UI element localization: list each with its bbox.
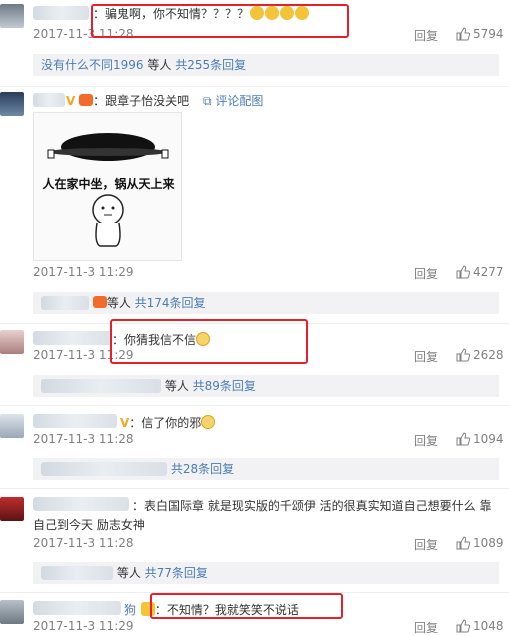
timestamp: 2017-11-3 11:29	[33, 265, 134, 279]
reply-summary[interactable]: 等人 共174条回复	[33, 292, 499, 314]
username[interactable]	[33, 601, 121, 615]
thumbs-up-icon	[456, 265, 470, 279]
reply-button[interactable]: 回复	[414, 619, 438, 636]
comment-text: ：表白国际章 就是现实版的千颂伊 活的很真实知道自己想要什么 靠	[132, 499, 492, 513]
username[interactable]	[33, 6, 89, 20]
like-button[interactable]: 4277	[456, 265, 504, 279]
reply-button[interactable]: 回复	[414, 536, 438, 553]
avatar[interactable]	[0, 600, 24, 624]
like-button[interactable]: 2628	[456, 348, 504, 362]
highlight-box	[91, 4, 349, 38]
like-button[interactable]: 5794	[456, 27, 504, 41]
username	[41, 296, 89, 310]
verified-icon: V	[120, 416, 130, 430]
thumbs-up-icon	[456, 536, 470, 550]
comment-image[interactable]: 人在家中坐，锅从天上来	[33, 112, 182, 261]
thumbs-up-icon	[456, 619, 470, 633]
timestamp: 2017-11-3 11:28	[33, 432, 134, 446]
username[interactable]	[33, 93, 65, 107]
username	[41, 566, 113, 580]
like-button[interactable]: 1089	[456, 536, 504, 550]
avatar[interactable]	[0, 414, 24, 438]
like-button[interactable]: 1094	[456, 432, 504, 446]
avatar[interactable]	[0, 4, 24, 28]
timestamp: 2017-11-3 11:29	[33, 619, 134, 633]
highlight-box	[150, 593, 343, 619]
emoji-icon	[201, 415, 216, 429]
verified-icon: V	[66, 94, 76, 108]
thumbs-up-icon	[456, 27, 470, 41]
divider	[0, 86, 509, 87]
timestamp: 2017-11-3 11:28	[33, 536, 134, 550]
avatar[interactable]	[0, 497, 24, 521]
divider	[0, 488, 509, 489]
vip-icon	[79, 94, 94, 106]
username-tail[interactable]: 狗	[124, 603, 136, 617]
comment-image-link[interactable]: ⧉ 评论配图	[203, 94, 263, 108]
avatar[interactable]	[0, 330, 24, 354]
highlight-box	[110, 319, 308, 364]
reply-button[interactable]: 回复	[414, 265, 438, 282]
avatar[interactable]	[0, 92, 24, 116]
username	[41, 379, 161, 393]
reply-summary[interactable]: 等人 共89条回复	[33, 375, 499, 397]
reply-button[interactable]: 回复	[414, 432, 438, 449]
vip-icon	[92, 296, 107, 308]
comment-text: V：信了你的邪	[120, 414, 216, 431]
reply-button[interactable]: 回复	[414, 348, 438, 365]
divider	[0, 405, 509, 406]
like-button[interactable]: 1048	[456, 619, 504, 633]
reply-summary[interactable]: 等人 共77条回复	[33, 562, 499, 584]
thumbs-up-icon	[456, 348, 470, 362]
reply-summary[interactable]: 共28条回复	[33, 458, 499, 480]
username	[41, 462, 167, 476]
thumbs-up-icon	[456, 432, 470, 446]
comment-text: V ：跟章子怡没关吧 ⧉ 评论配图	[66, 94, 264, 108]
reply-button[interactable]: 回复	[414, 27, 438, 44]
comment-text-line2: 自己到今天 励志女神	[33, 518, 145, 532]
username[interactable]	[33, 331, 111, 345]
username[interactable]	[33, 414, 117, 428]
reply-summary[interactable]: 没有什么不同1996 等人 共255条回复	[33, 54, 499, 76]
meme-caption: 人在家中坐，锅从天上来	[42, 177, 175, 191]
username[interactable]	[33, 497, 129, 511]
